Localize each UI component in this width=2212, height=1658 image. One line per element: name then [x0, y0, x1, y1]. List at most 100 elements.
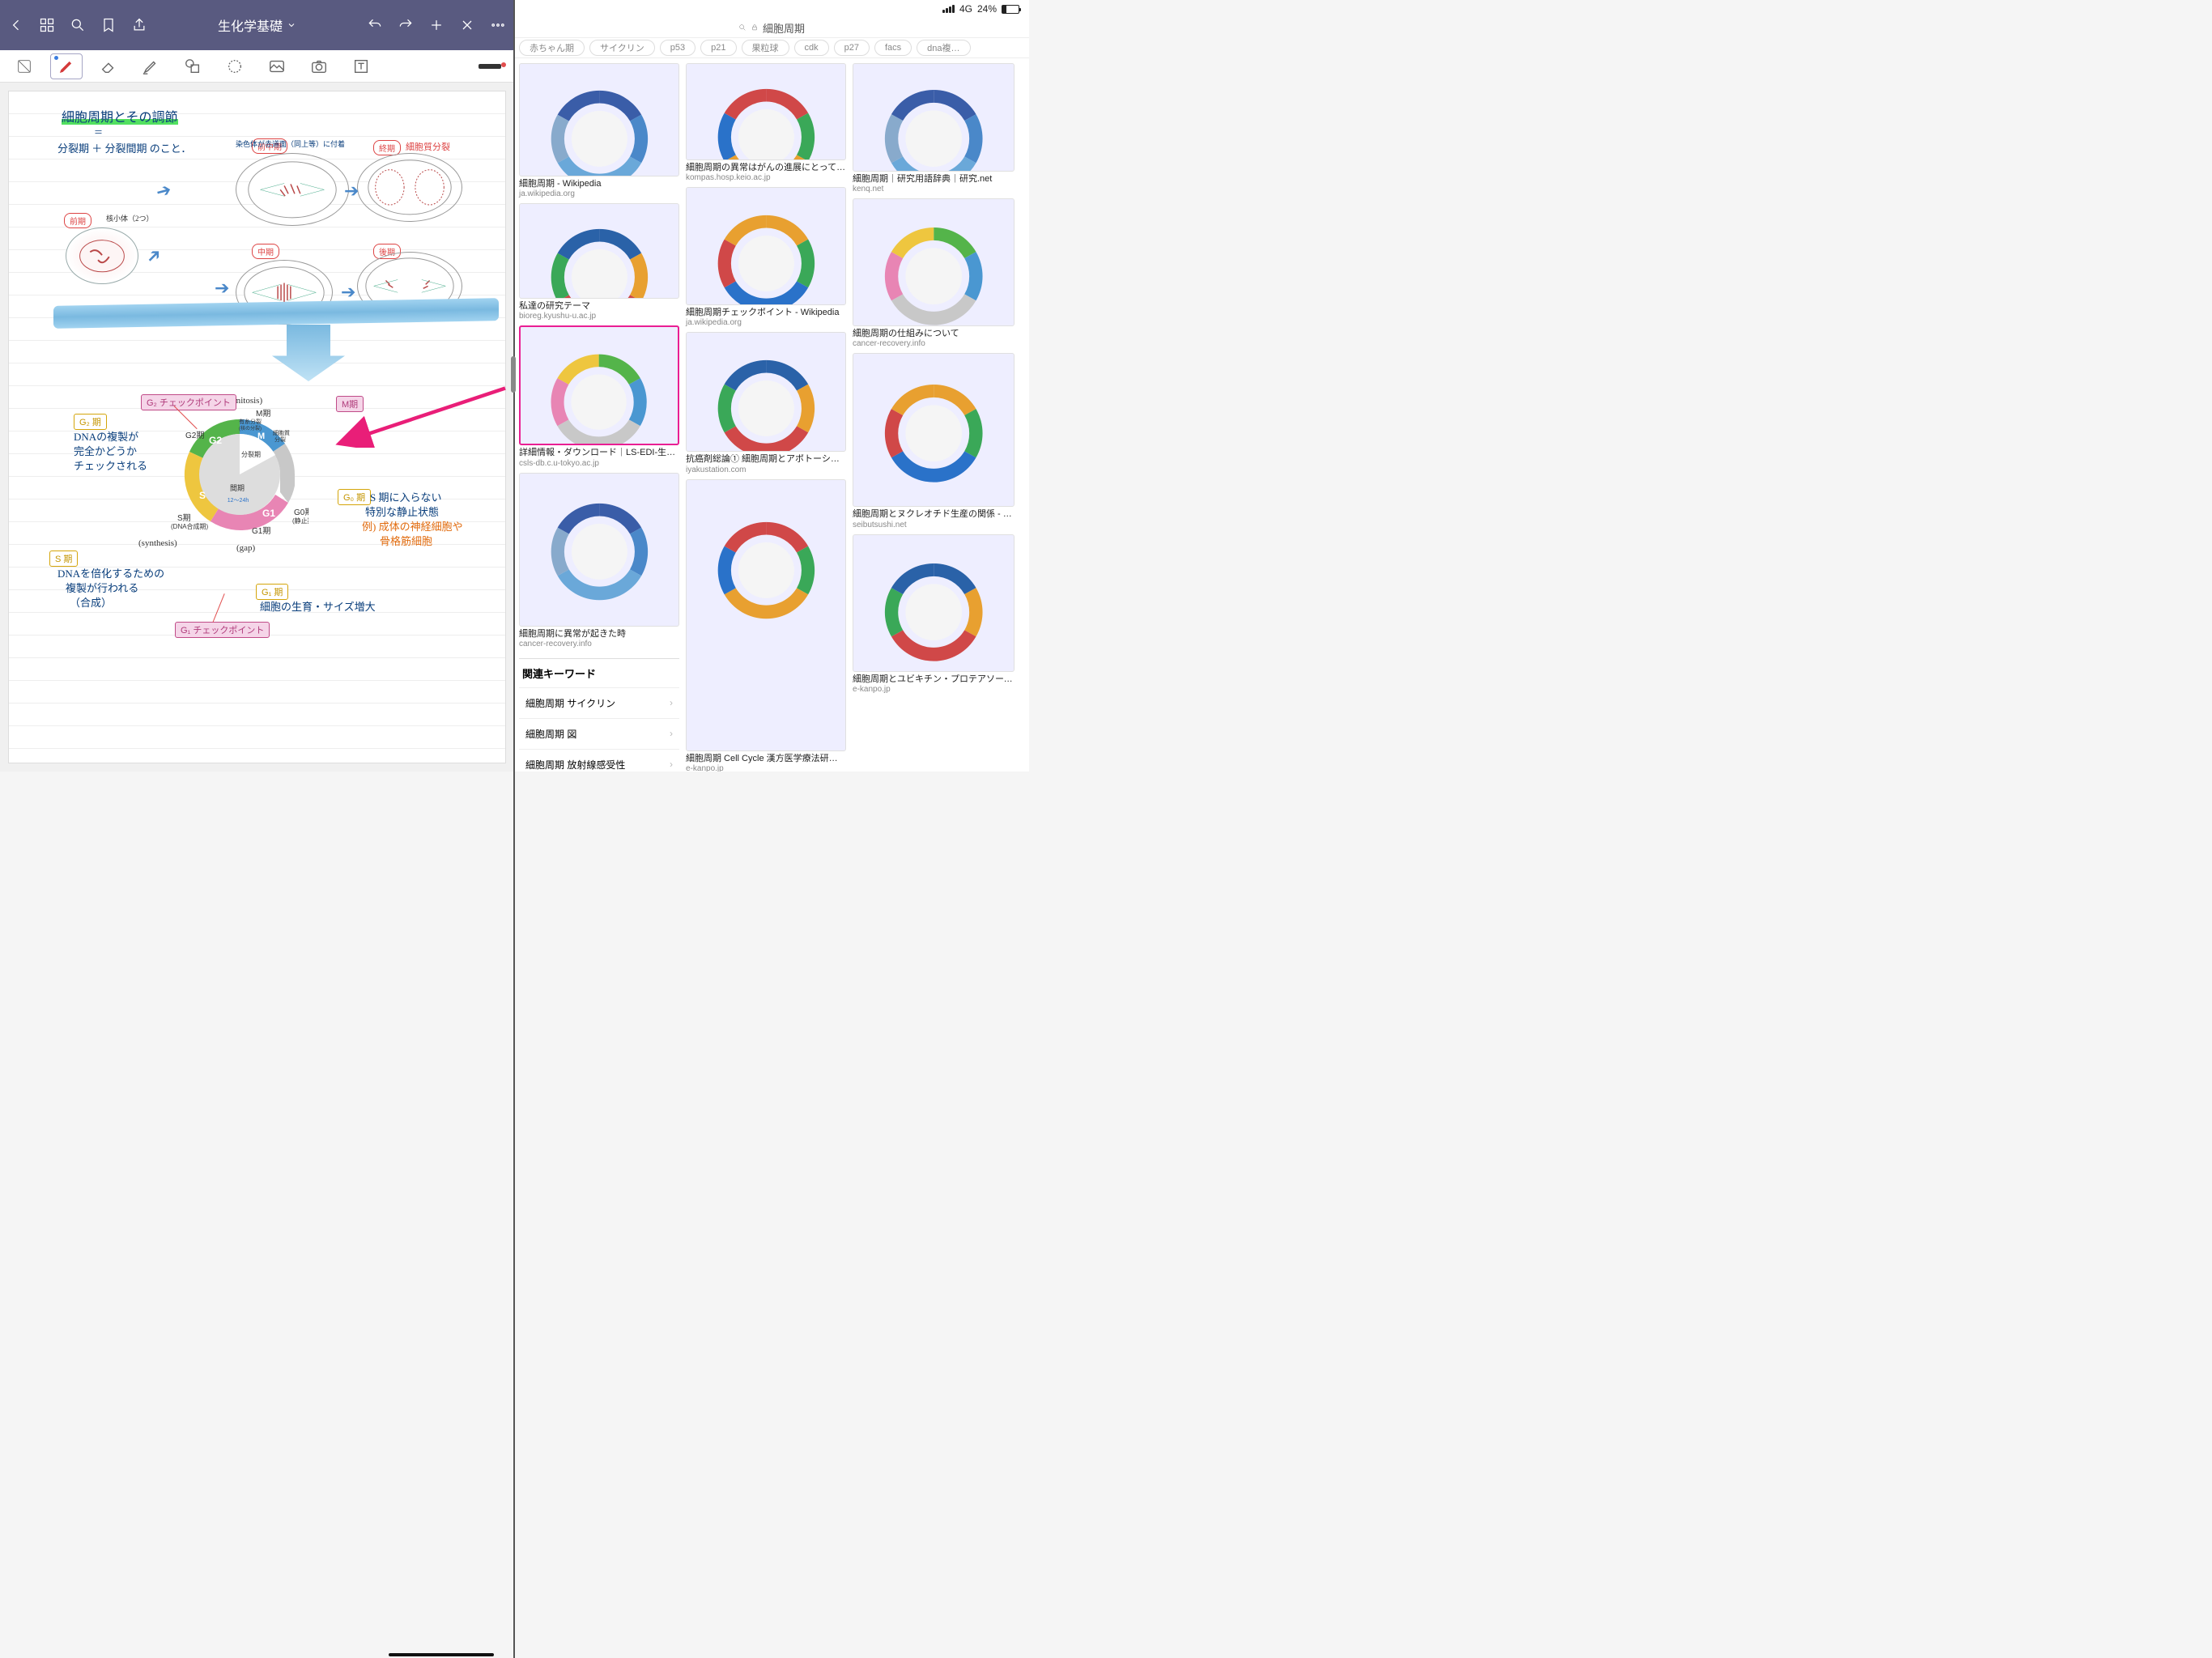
note-text: ＝: [94, 125, 103, 138]
filter-chip[interactable]: p53: [660, 40, 696, 56]
result-thumbnail[interactable]: [686, 187, 846, 305]
result-card[interactable]: 細胞周期｜研究用語辞典｜研究.netkenq.net: [853, 63, 1015, 193]
related-item[interactable]: 細胞周期 放射線感受性›: [519, 749, 679, 772]
note-text: 分裂期 ＋ 分裂間期 のこと．: [57, 140, 191, 155]
phase-label: 中期: [252, 244, 279, 259]
note-text: DNAを倍化するための: [57, 565, 164, 580]
svg-text:有糸分裂: 有糸分裂: [239, 418, 262, 425]
result-source: ja.wikipedia.org: [519, 189, 679, 198]
redo-icon[interactable]: [398, 17, 414, 33]
cell-diagram: [236, 153, 349, 226]
lock-icon: [751, 23, 759, 32]
readonly-tool[interactable]: [8, 53, 40, 79]
flow-arrow: [272, 325, 345, 381]
result-thumbnail[interactable]: [853, 353, 1015, 507]
result-source: iyakustation.com: [686, 466, 846, 474]
svg-text:(核の分裂): (核の分裂): [239, 425, 262, 432]
search-icon[interactable]: [70, 17, 86, 33]
filter-chip[interactable]: facs: [874, 40, 912, 56]
result-source: ja.wikipedia.org: [686, 318, 846, 327]
close-icon[interactable]: [459, 17, 475, 33]
undo-icon[interactable]: [367, 17, 383, 33]
result-thumbnail[interactable]: [519, 473, 679, 627]
related-item[interactable]: 細胞周期 サイクリン›: [519, 687, 679, 718]
filter-chip[interactable]: 果粒球: [742, 40, 789, 56]
svg-text:(DNA合成期): (DNA合成期): [171, 522, 209, 530]
add-icon[interactable]: [428, 17, 445, 33]
filter-chip[interactable]: p21: [700, 40, 736, 56]
note-text: （合成）: [70, 594, 112, 610]
split-divider[interactable]: [513, 0, 515, 1658]
filter-chip[interactable]: p27: [834, 40, 870, 56]
split-handle[interactable]: [511, 356, 516, 393]
filter-chip[interactable]: dna複…: [917, 40, 970, 56]
result-thumbnail[interactable]: [519, 325, 679, 445]
note-canvas[interactable]: 細胞周期とその調節 ＝ 分裂期 ＋ 分裂間期 のこと． 前中期 染色体が赤道面（…: [0, 83, 514, 772]
image-tool[interactable]: [261, 53, 293, 79]
result-card[interactable]: 細胞周期 Cell Cycle 漢方医学療法研究会e-kanpo.jp: [686, 479, 846, 772]
result-title: 細胞周期の異常はがんの進展にとって敵に…: [686, 163, 846, 173]
result-source: cancer-recovery.info: [853, 339, 1015, 348]
result-card[interactable]: 私達の研究テーマbioreg.kyushu-u.ac.jp: [519, 203, 679, 321]
result-card[interactable]: 細胞周期の仕組みについてcancer-recovery.info: [853, 198, 1015, 348]
related-item[interactable]: 細胞周期 図›: [519, 718, 679, 749]
result-card[interactable]: 細胞周期とユビキチン・プロテアソーム系 …e-kanpo.jp: [853, 534, 1015, 694]
result-source: seibutsushi.net: [853, 521, 1015, 529]
highlighter-tool[interactable]: [134, 53, 167, 79]
camera-tool[interactable]: [303, 53, 335, 79]
result-thumbnail[interactable]: [853, 534, 1015, 672]
network-label: 4G: [959, 3, 972, 15]
lasso-tool[interactable]: [219, 53, 251, 79]
bookmark-icon[interactable]: [100, 17, 117, 33]
home-indicator[interactable]: [389, 1653, 494, 1656]
result-thumbnail[interactable]: [853, 198, 1015, 326]
svg-text:12～24h: 12～24h: [228, 498, 249, 504]
grid-icon[interactable]: [39, 17, 55, 33]
result-title: 細胞周期｜研究用語辞典｜研究.net: [853, 174, 1015, 185]
shape-tool[interactable]: [177, 53, 209, 79]
battery-percent: 24%: [977, 3, 997, 15]
result-card[interactable]: 細胞周期の異常はがんの進展にとって敵に…kompas.hosp.keio.ac.…: [686, 63, 846, 182]
share-icon[interactable]: [131, 17, 147, 33]
connector: [213, 593, 225, 623]
search-query: 細胞周期: [763, 20, 805, 36]
result-card[interactable]: 細胞周期とヌクレオチド生産の関係 - 生物…seibutsushi.net: [853, 353, 1015, 529]
eraser-tool[interactable]: [92, 53, 125, 79]
result-thumbnail[interactable]: [519, 203, 679, 299]
result-card[interactable]: 細胞周期チェックポイント - Wikipediaja.wikipedia.org: [686, 187, 846, 327]
filter-chip[interactable]: サイクリン: [589, 40, 655, 56]
results-column: 細胞周期 - Wikipediaja.wikipedia.org 私達の研究テー…: [519, 63, 679, 767]
result-thumbnail[interactable]: [686, 479, 846, 751]
note-text: DNAの複製が: [74, 428, 138, 444]
back-icon[interactable]: [8, 17, 24, 33]
result-thumbnail[interactable]: [686, 63, 846, 160]
document-title[interactable]: 生化学基礎: [162, 15, 352, 35]
result-title: 細胞周期に異常が起きた時: [519, 629, 679, 640]
result-card[interactable]: 抗癌剤総論① 細胞周期とアポトーシス – …iyakustation.com: [686, 332, 846, 474]
result-source: cancer-recovery.info: [519, 640, 679, 648]
safari-app: 4G 24% 細胞周期 赤ちゃん期サイクリン p53p21 果粒球 cdk p27fac…: [514, 0, 1029, 772]
battery-icon: [1002, 5, 1019, 14]
result-thumbnail[interactable]: [686, 332, 846, 452]
svg-text:(静止期): (静止期): [292, 517, 308, 525]
svg-text:M期: M期: [256, 409, 270, 419]
arrow-icon: ➔: [344, 181, 359, 202]
filter-chip[interactable]: cdk: [794, 40, 829, 56]
address-bar[interactable]: 細胞周期: [514, 18, 1029, 37]
result-card[interactable]: 細胞周期 - Wikipediaja.wikipedia.org: [519, 63, 679, 198]
svg-text:G1期: G1期: [252, 526, 270, 536]
result-thumbnail[interactable]: [853, 63, 1015, 172]
pen-tool[interactable]: [50, 53, 83, 79]
image-results[interactable]: 細胞周期 - Wikipediaja.wikipedia.org 私達の研究テー…: [514, 58, 1029, 772]
text-tool[interactable]: [345, 53, 377, 79]
style-tool[interactable]: [474, 53, 506, 79]
filter-chip[interactable]: 赤ちゃん期: [519, 40, 585, 56]
result-source: e-kanpo.jp: [686, 764, 846, 772]
result-card[interactable]: 細胞周期に異常が起きた時cancer-recovery.info: [519, 473, 679, 648]
result-thumbnail[interactable]: [519, 63, 679, 176]
more-icon[interactable]: [490, 17, 506, 33]
search-icon: [738, 23, 747, 32]
result-card[interactable]: 詳細情報・ダウンロード｜LS-EDI-生命科…csls-db.c.u-tokyo…: [519, 325, 679, 467]
svg-text:G0期: G0期: [294, 508, 308, 517]
svg-text:細胞質: 細胞質: [273, 429, 290, 436]
